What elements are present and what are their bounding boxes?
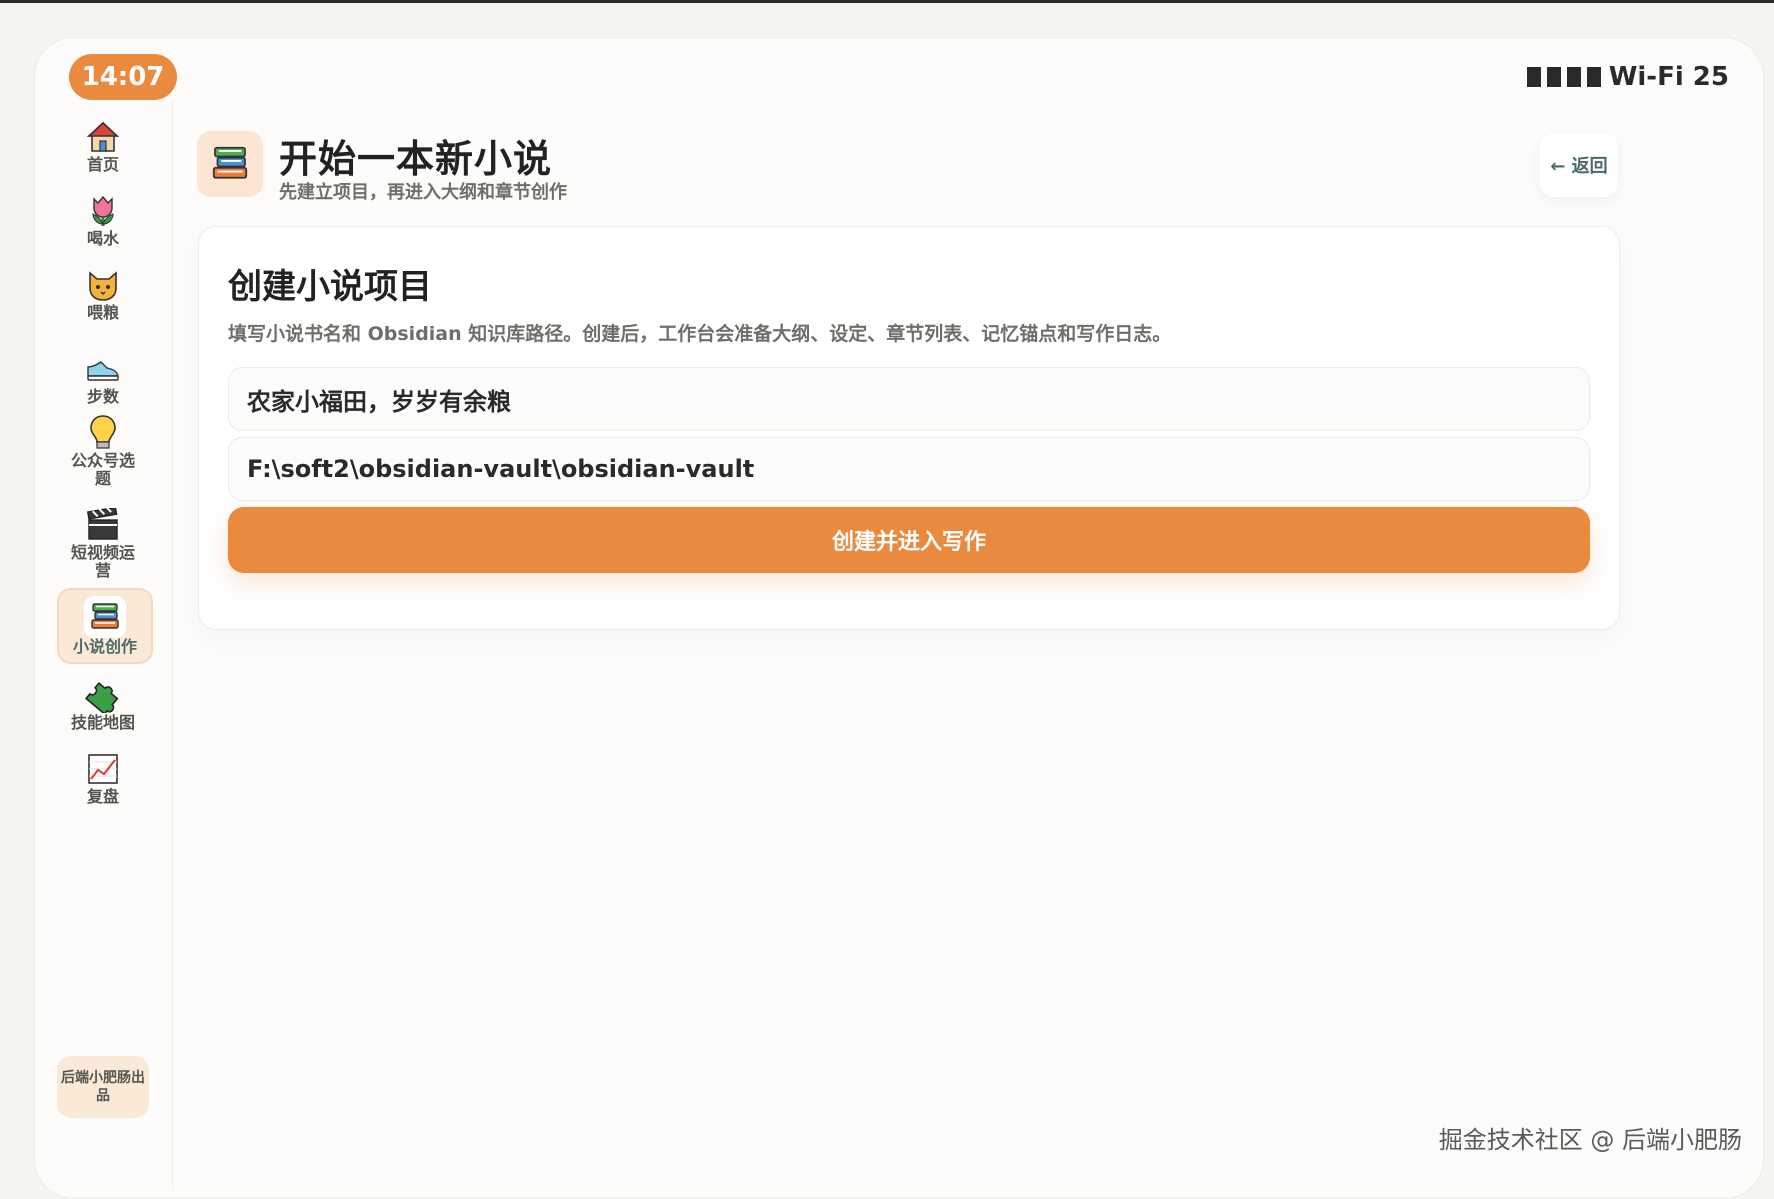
sidebar-item-steps[interactable]: 步数 (57, 350, 149, 406)
sidebar-item-label: 喝水 (86, 229, 119, 248)
network-label: Wi-Fi 25 (1608, 62, 1729, 92)
page-subtitle: 先建立项目，再进入大纲和章节创作 (279, 182, 567, 203)
sidebar-item-label: 小说创作 (72, 637, 137, 656)
sneaker-icon (84, 350, 122, 388)
sidebar-item-short-video[interactable]: 短视频运营 (57, 506, 149, 580)
sidebar: 首页 喝水 喂粮 步数 公众号选题 短视频运营 小说创作 技能地图 复盘 (35, 100, 173, 1190)
sidebar-item-label: 公众号选题 (70, 451, 135, 488)
sidebar-item-home[interactable]: 首页 (57, 118, 149, 174)
house-icon (84, 118, 122, 156)
sidebar-item-article-topics[interactable]: 公众号选题 (57, 414, 149, 488)
sidebar-item-label: 首页 (86, 155, 119, 174)
books-icon (84, 596, 126, 638)
clapperboard-icon (84, 506, 122, 544)
sidebar-item-novel[interactable]: 小说创作 (57, 588, 153, 664)
status-time: 14:07 (69, 54, 177, 100)
sidebar-item-label: 复盘 (86, 787, 119, 806)
credit-badge: 后端小肥肠出品 (57, 1056, 149, 1118)
card-description: 填写小说书名和 Obsidian 知识库路径。创建后，工作台会准备大纲、设定、章… (228, 323, 1172, 345)
page-title: 开始一本新小说 (279, 137, 553, 181)
create-and-write-button[interactable]: 创建并进入写作 (228, 507, 1590, 573)
create-project-card: 创建小说项目 填写小说书名和 Obsidian 知识库路径。创建后，工作台会准备… (198, 226, 1620, 630)
sidebar-item-review[interactable]: 复盘 (57, 750, 149, 806)
sidebar-item-label: 技能地图 (70, 713, 135, 732)
sidebar-item-label: 喂粮 (86, 303, 119, 322)
sidebar-item-skill-map[interactable]: 技能地图 (57, 676, 149, 732)
sidebar-item-water[interactable]: 喝水 (57, 192, 149, 248)
app-window: 14:07 Wi-Fi 25 首页 喝水 喂粮 步数 公众号选题 短视频运营 小… (34, 37, 1764, 1199)
sidebar-item-label: 步数 (86, 387, 119, 406)
card-title: 创建小说项目 (228, 267, 432, 307)
sidebar-item-feed[interactable]: 喂粮 (57, 266, 149, 322)
chart-up-icon (84, 750, 122, 788)
watermark: 掘金技术社区 @ 后端小肥肠 (1438, 1126, 1742, 1154)
books-icon (197, 131, 263, 197)
back-button[interactable]: ← 返回 (1540, 133, 1618, 197)
status-indicators: Wi-Fi 25 (1526, 62, 1729, 92)
vault-path-input[interactable] (228, 437, 1590, 501)
lightbulb-icon (84, 414, 122, 452)
window-top-border (0, 0, 1774, 3)
puzzle-icon (84, 676, 122, 714)
signal-bars-icon (1526, 67, 1601, 87)
sidebar-item-label: 短视频运营 (70, 543, 135, 580)
tulip-icon (84, 192, 122, 230)
cat-face-icon (84, 266, 122, 304)
book-name-input[interactable] (228, 367, 1590, 431)
